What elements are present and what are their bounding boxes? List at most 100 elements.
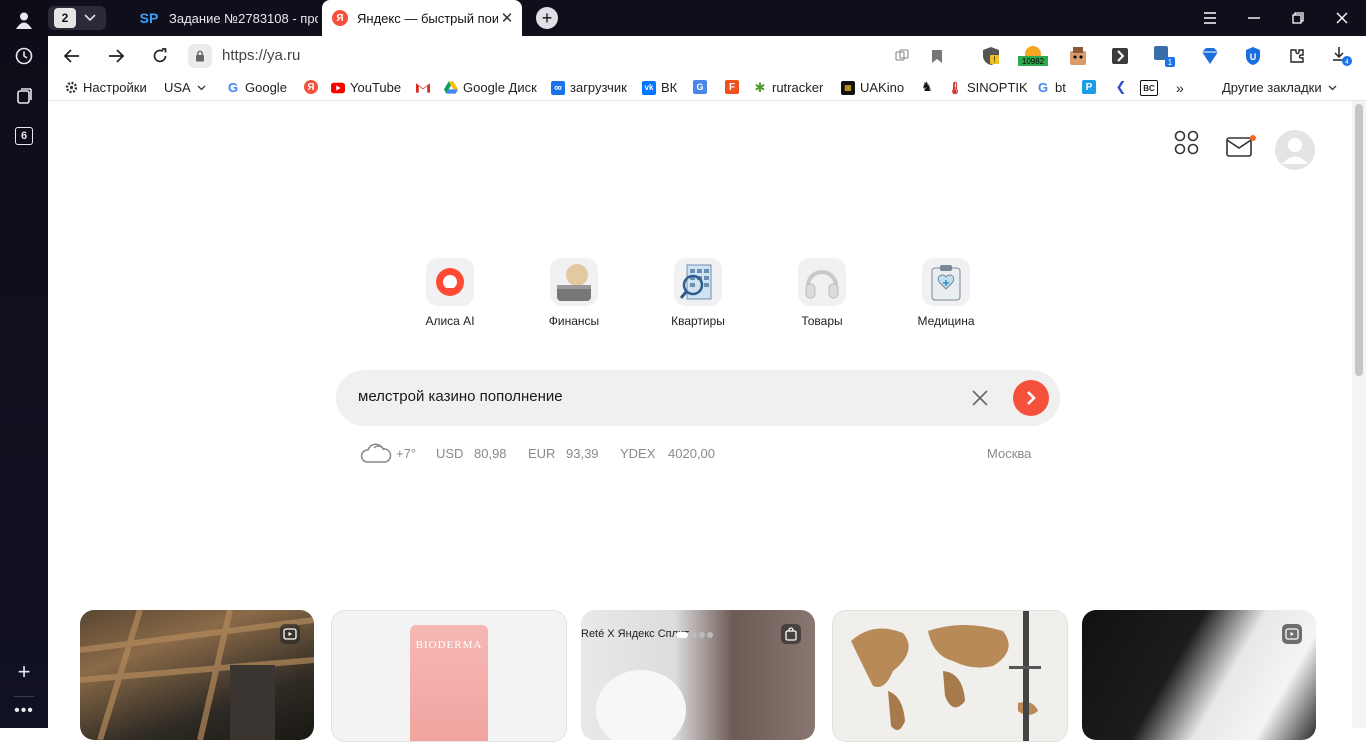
feed-card-product[interactable]: BIODERMA [331,610,567,742]
services-grid-icon[interactable] [1174,130,1200,161]
bookmark-rutracker[interactable]: ✱ rutracker [753,80,824,96]
thermometer-icon: 🌡︎ [947,80,963,95]
bookmark-google-drive[interactable]: Google Диск [444,80,537,95]
tab-active[interactable]: Я Яндекс — быстрый пои ✕ [322,0,522,36]
lock-icon[interactable] [188,44,212,68]
arrow-icon: ❮ [1115,79,1127,94]
bookmark-label: ВК [661,80,678,95]
yandex-favicon-icon: Я [332,10,348,26]
mail-icon[interactable] [1226,134,1256,163]
bookmark-label: YouTube [350,80,402,95]
bookmarks-bar: Настройки USA G Google Я YouTube Google … [48,76,1366,101]
bookmark-youtube[interactable]: YouTube [331,80,401,95]
bookmark-f[interactable]: F [725,80,744,94]
bookmark-label: UAKino [860,80,905,95]
extensions-puzzle-icon[interactable] [1285,45,1309,67]
bookmark-google[interactable]: G Google [226,80,287,95]
tab-count-button[interactable]: 6 [10,122,38,150]
feed-card-video[interactable] [80,610,314,740]
service-alice[interactable]: Алиса AI [400,258,500,328]
yandex-icon: Я [304,80,318,94]
menu-icon[interactable] [1188,0,1232,36]
counter-extension-icon[interactable]: 10982 [1018,45,1048,67]
bookmark-usa[interactable]: USA [164,80,206,95]
bookmark-sinoptik[interactable]: 🌡︎ SINOPTIK [947,80,1028,95]
download-icon[interactable]: 4 [1330,45,1354,67]
service-goods[interactable]: Товары [772,258,872,328]
ydex-value[interactable]: 4020,00 [668,446,715,461]
forward-button[interactable] [103,44,129,68]
bookmark-vk[interactable]: vk ВК [642,80,677,95]
video-icon [1282,624,1302,644]
bookmark-label: загрузчик [570,80,627,95]
add-panel-icon[interactable]: + [10,658,38,686]
tab-inactive[interactable]: SP Задание №2783108 - прос [128,0,318,36]
tab-close-icon[interactable]: ✕ [498,9,516,27]
shield-u-icon[interactable]: U [1241,45,1265,67]
bookmark-label: Настройки [83,80,147,95]
bookmark-p[interactable]: P [1082,80,1101,94]
tab-group-button[interactable]: 2 [48,6,106,30]
more-icon[interactable]: ••• [10,697,38,725]
bookmark-gmail[interactable] [416,80,435,94]
eur-label[interactable]: EUR [528,446,555,461]
search-input[interactable]: мелстрой казино пополнение [358,388,563,405]
svg-text:U: U [1250,52,1257,62]
profile-icon[interactable] [10,6,38,34]
avatar[interactable] [1274,129,1316,176]
feed-card-image[interactable] [832,610,1068,742]
feed-card-shop[interactable]: Reté X Яндекс Сплит [581,610,815,740]
bookmark-translate[interactable]: G [693,80,712,94]
weather-icon[interactable] [360,440,392,467]
bookmark-chess[interactable]: ♞ [920,79,939,94]
bookmark-icon[interactable] [925,45,949,67]
service-finance[interactable]: Финансы [524,258,624,328]
search-submit-button[interactable] [1013,380,1049,416]
ydex-label[interactable]: YDEX [620,446,655,461]
notification-extension-icon[interactable]: 1 [1152,45,1176,67]
bookmark-uakino[interactable]: ▦ UAKino [841,80,904,95]
other-bookmarks-button[interactable]: Другие закладки [1222,80,1337,95]
weather-temperature[interactable]: +7° [396,446,416,461]
city-label[interactable]: Москва [987,446,1031,461]
lamp-image [596,670,686,740]
collections-icon[interactable] [10,82,38,110]
bookmark-label: rutracker [772,80,824,95]
url-field[interactable]: https://ya.ru [222,47,300,64]
service-medicine[interactable]: Медицина [896,258,996,328]
bookmarks-overflow-button[interactable]: » [1176,80,1184,96]
reload-button[interactable] [147,44,173,68]
bookmark-bc[interactable]: BC [1140,80,1163,96]
character-extension-icon[interactable] [1066,45,1090,67]
restore-icon[interactable] [1276,0,1320,36]
search-bar: мелстрой казино пополнение [336,370,1060,426]
ublock-shield-icon[interactable]: ! [979,45,1003,67]
bookmark-downloader[interactable]: ∞ загрузчик [551,80,627,95]
browser-sidebar: 6 + ••• [0,0,48,728]
dark-extension-icon[interactable] [1108,45,1132,67]
service-apartments[interactable]: Квартиры [648,258,748,328]
close-window-icon[interactable] [1320,0,1364,36]
history-icon[interactable] [10,42,38,70]
minimize-icon[interactable] [1232,0,1276,36]
usd-value[interactable]: 80,98 [474,446,507,461]
back-button[interactable] [59,44,85,68]
product-brand: BIODERMA [415,639,483,651]
video-icon [280,624,300,644]
uakino-icon: ▦ [841,80,855,95]
bookmark-label: SINOPTIK [967,80,1028,95]
scrollbar-thumb[interactable] [1355,104,1363,376]
bookmark-arrow[interactable]: ❮ [1114,79,1133,94]
eur-value[interactable]: 93,39 [566,446,599,461]
usd-label[interactable]: USD [436,446,463,461]
feed-card-video[interactable] [1082,610,1316,740]
bookmark-yandex[interactable]: Я [304,80,323,94]
bookmark-settings[interactable]: Настройки [64,80,147,95]
new-tab-button[interactable]: + [536,7,558,29]
vpn-gem-icon[interactable] [1198,45,1222,67]
bookmark-label: Google Диск [463,80,537,95]
tab-bar: 2 SP Задание №2783108 - прос Я Яндекс — … [48,0,1366,36]
clear-icon[interactable] [966,384,994,412]
reader-mode-icon[interactable] [890,45,914,67]
bookmark-bt[interactable]: G bt [1036,80,1066,95]
